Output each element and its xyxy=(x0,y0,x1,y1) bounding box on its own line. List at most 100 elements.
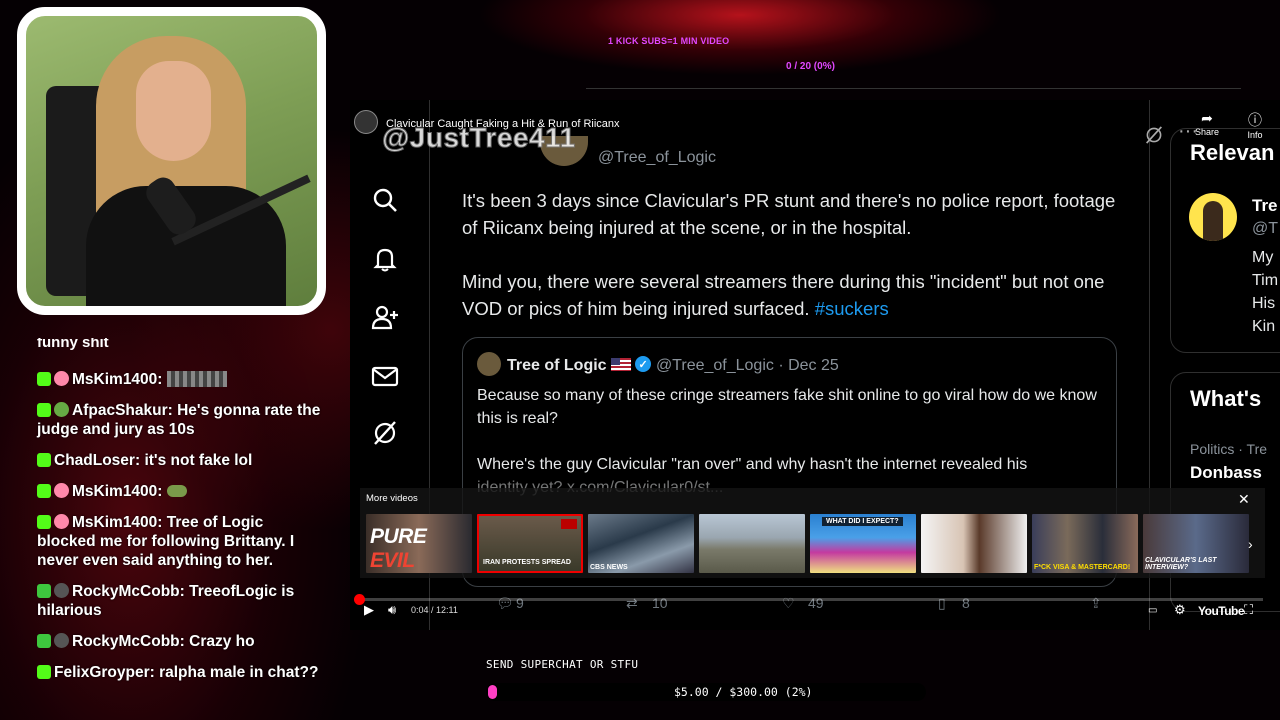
trend-name[interactable]: Donbass xyxy=(1190,463,1262,483)
quoted-tweet-header: Tree of Logic @Tree_of_Logic · Dec 25 xyxy=(477,352,1102,376)
kick-badge-icon xyxy=(37,403,51,417)
chat-message: MsKim1400: xyxy=(37,370,322,389)
video-thumbnail[interactable]: PURE EVIL xyxy=(366,514,472,573)
youtube-logo[interactable]: YouTube xyxy=(1198,604,1245,618)
volume-icon[interactable]: 🔊︎ xyxy=(388,602,396,618)
user-avatar-icon xyxy=(54,371,69,386)
chevron-right-icon[interactable]: › xyxy=(1248,536,1253,552)
share-button[interactable]: ➦ Share xyxy=(1192,110,1222,140)
chat-message: MsKim1400: xyxy=(37,482,322,501)
superchat-goal-label: SEND SUPERCHAT OR STFU xyxy=(486,658,639,671)
kick-subs-goal-label: 1 KICK SUBS=1 MIN VIDEO xyxy=(608,36,730,46)
chat-text: it's not fake lol xyxy=(144,452,253,469)
tweet-paragraph-text: Mind you, there were several streamers t… xyxy=(462,271,1105,319)
chat-username: MsKim1400 xyxy=(72,483,158,500)
hashtag-link[interactable]: #suckers xyxy=(815,298,889,319)
bbc-news-logo-icon xyxy=(561,519,577,529)
tweet-body: It's been 3 days since Clavicular's PR s… xyxy=(462,187,1122,349)
add-user-icon[interactable] xyxy=(370,302,400,332)
chat-username: FelixGroyper xyxy=(54,664,150,681)
chat-username: MsKim1400 xyxy=(72,371,158,388)
info-label: Info xyxy=(1247,130,1263,140)
video-thumbnail[interactable]: F*CK VISA & MASTERCARD! xyxy=(1032,514,1138,573)
video-thumbnail[interactable] xyxy=(699,514,805,573)
chat-message: MsKim1400: Tree of Logic blocked me for … xyxy=(37,514,295,569)
watermark-handle: @JustTree411 xyxy=(382,122,576,154)
quoted-tweet-date: · Dec 25 xyxy=(778,357,839,374)
relevant-user-name[interactable]: Tre xyxy=(1252,196,1278,216)
chat-username: RockyMcCobb xyxy=(72,583,180,600)
superchat-progress-fill xyxy=(488,685,497,699)
video-thumbnail[interactable] xyxy=(921,514,1027,573)
relevant-people-heading: Relevan xyxy=(1190,140,1275,165)
chat-username: MsKim1400 xyxy=(72,514,158,531)
quoted-paragraph-text: Where's the guy Clavicular "ran over" an… xyxy=(477,456,1028,473)
bio-line: His xyxy=(1252,295,1276,312)
verified-badge-icon xyxy=(635,355,652,375)
user-avatar-icon xyxy=(54,483,69,498)
quoted-author-avatar xyxy=(477,352,501,376)
quoted-tweet-body: Because so many of these cringe streamer… xyxy=(477,384,1102,499)
kick-badge-icon xyxy=(37,372,51,386)
quoted-paragraph: Because so many of these cringe streamer… xyxy=(477,387,1097,427)
more-videos-label: More videos xyxy=(366,493,418,504)
fullscreen-icon[interactable]: ⛶ xyxy=(1244,602,1253,618)
kick-subs-goal-count: 0 / 20 (0%) xyxy=(786,61,835,72)
bell-icon[interactable] xyxy=(370,244,400,274)
kick-badge-icon xyxy=(37,453,51,467)
grok-icon[interactable] xyxy=(1143,124,1165,146)
chat-message: ChadLoser: it's not fake lol xyxy=(37,451,322,470)
thumbnail-caption: CBS NEWS xyxy=(590,564,628,571)
thumbnail-caption: IRAN PROTESTS SPREAD xyxy=(483,559,571,566)
embedded-youtube-player[interactable]: @Tree_of_Logic ··· It's been 3 days sinc… xyxy=(350,100,1280,630)
thumbnail-caption: PURE EVIL xyxy=(370,525,427,572)
search-icon[interactable] xyxy=(370,185,400,215)
chat-text: ralpha male in chat?? xyxy=(159,664,319,681)
captions-icon[interactable]: ▭ xyxy=(1148,605,1157,616)
chat-text: Crazy ho xyxy=(189,633,255,650)
chat-message: AfpacShakur: He's gonna rate the judge a… xyxy=(37,402,321,438)
webcam-streamer-face xyxy=(136,61,211,161)
youtube-badge-icon xyxy=(37,634,51,648)
kick-badge-icon xyxy=(37,484,51,498)
webcam-feed xyxy=(17,7,326,315)
bio-line: Kin xyxy=(1252,318,1276,335)
thumbnail-caption: WHAT DID I EXPECT? xyxy=(822,517,903,526)
trend-meta: Politics · Tre xyxy=(1190,441,1268,457)
mail-icon[interactable] xyxy=(370,361,400,391)
thumbnail-caption: F*CK VISA & MASTERCARD! xyxy=(1034,564,1131,571)
quoted-author-name: Tree of Logic xyxy=(507,357,607,374)
video-thumbnail[interactable]: IRAN PROTESTS SPREAD xyxy=(477,514,583,573)
superchat-amount: $5.00 / $300.00 (2%) xyxy=(674,685,813,699)
goal-divider xyxy=(586,88,1241,89)
user-avatar-icon xyxy=(54,633,69,648)
us-flag-icon xyxy=(611,358,632,371)
frog-emote-icon xyxy=(166,485,187,497)
chat-clipped-message: funny shit xyxy=(37,338,109,351)
video-progress-bar[interactable] xyxy=(354,594,1263,605)
user-avatar-icon xyxy=(54,583,69,598)
relevant-user-handle: @T xyxy=(1252,220,1279,237)
gear-icon[interactable]: ⚙ xyxy=(1174,602,1186,618)
close-icon[interactable]: ✕ xyxy=(1238,491,1250,508)
info-button[interactable]: ⓘ Info xyxy=(1240,110,1270,140)
user-avatar-icon xyxy=(54,514,69,529)
video-thumbnail[interactable]: WHAT DID I EXPECT? xyxy=(810,514,916,573)
bio-line: My xyxy=(1252,249,1274,266)
play-icon[interactable]: ▶ xyxy=(364,602,374,618)
thumbnail-caption: CLAVICULAR'S LAST INTERVIEW? xyxy=(1145,557,1217,571)
chat-message: RockyMcCobb: TreeofLogic is hilarious xyxy=(37,583,295,619)
grok-icon[interactable] xyxy=(370,418,400,448)
chat-message: FelixGroyper: ralpha male in chat?? xyxy=(37,663,322,682)
relevant-user-avatar[interactable] xyxy=(1189,193,1237,241)
chat-message: RockyMcCobb: Crazy ho xyxy=(37,632,322,651)
kick-badge-icon xyxy=(37,515,51,529)
video-thumbnail[interactable]: CBS NEWS xyxy=(588,514,694,573)
relevant-user-bio: My Tim His Kin xyxy=(1252,246,1278,338)
whats-happening-heading: What's xyxy=(1190,386,1262,411)
chat-username: AfpacShakur xyxy=(72,402,168,419)
video-thumbnail[interactable]: CLAVICULAR'S LAST INTERVIEW? xyxy=(1143,514,1249,573)
quoted-author-handle: @Tree_of_Logic xyxy=(655,357,774,374)
channel-avatar[interactable] xyxy=(354,110,378,134)
chat-username: ChadLoser xyxy=(54,452,135,469)
